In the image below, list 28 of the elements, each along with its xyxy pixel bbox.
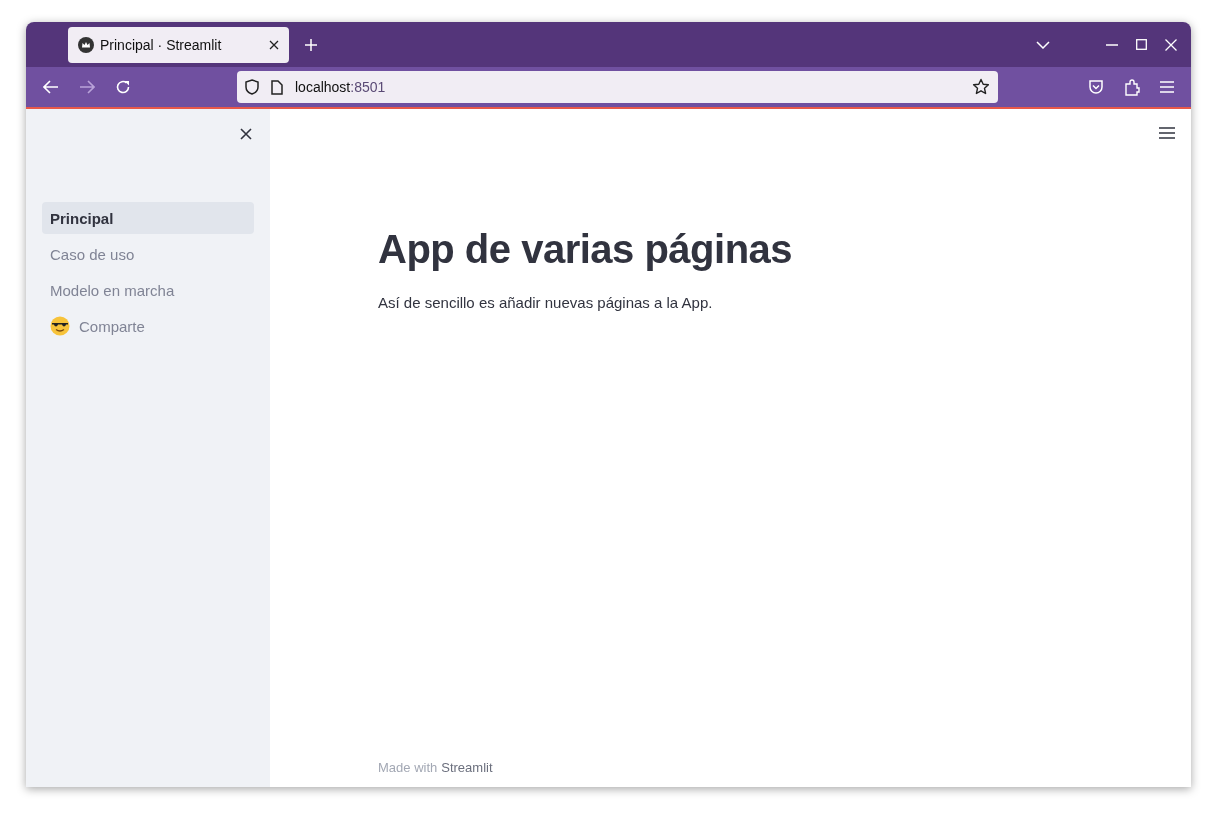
body-text: Así de sencillo es añadir nuevas páginas a la App. <box>378 294 714 311</box>
close-icon[interactable] <box>240 128 252 140</box>
shield-icon <box>245 79 259 95</box>
page-heading: App de varias páginas <box>378 227 794 272</box>
sidebar-item[interactable]: Caso de uso <box>42 238 254 270</box>
puzzle-icon[interactable] <box>1124 78 1140 96</box>
forward-arrow-icon[interactable] <box>79 80 95 94</box>
maximize-icon[interactable] <box>1136 39 1147 50</box>
new-tab-icon[interactable] <box>304 37 318 52</box>
sidebar-item[interactable]: Comparte <box>42 310 254 342</box>
star-icon[interactable] <box>972 78 990 96</box>
footer-link[interactable]: Streamlit <box>441 760 493 775</box>
footer-text: Made with <box>378 760 438 775</box>
page-icon <box>271 79 283 95</box>
sidebar-item[interactable]: Principal <box>42 202 254 234</box>
sidebar-item[interactable]: Modelo en marcha <box>42 274 254 306</box>
chevron-down-icon[interactable] <box>1036 40 1050 49</box>
pocket-icon[interactable] <box>1088 79 1104 95</box>
close-icon[interactable] <box>269 39 279 50</box>
back-arrow-icon[interactable] <box>43 80 59 94</box>
menu-icon[interactable] <box>1159 127 1175 139</box>
sunglasses-face-icon <box>50 316 70 336</box>
browser-tab[interactable]: Principal · Streamlit <box>68 26 289 63</box>
address-field[interactable]: localhost:8501 <box>237 71 998 103</box>
reload-icon[interactable] <box>115 79 131 95</box>
minimize-icon[interactable] <box>1106 43 1118 46</box>
crown-logo-icon <box>78 36 94 53</box>
tab-title: Principal · Streamlit <box>100 36 223 53</box>
